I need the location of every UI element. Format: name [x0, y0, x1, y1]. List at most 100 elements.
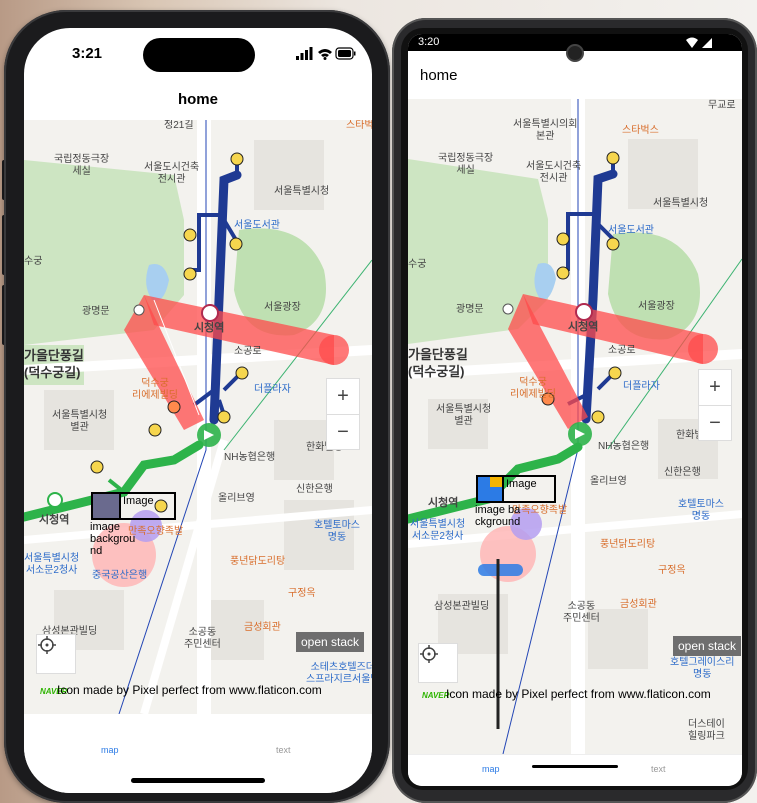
map-label: 시청역: [568, 321, 599, 333]
map-label: 풍년닭도리탕: [230, 556, 286, 567]
image-thumbnail: [93, 494, 121, 518]
image-overlay-box: Image: [476, 475, 556, 503]
map-label: 서울특별시청: [653, 198, 709, 209]
overlay-background-label: image ba ckground: [475, 504, 521, 528]
map-label: 서울특별시청: [274, 186, 330, 197]
overlay-background-label: image backgrou nd: [90, 521, 136, 557]
map-label: 삼성본관빌딩: [434, 601, 490, 612]
map-view[interactable]: 정21길 스타벅스 국립정동극장 세실 서울도시건축 전시관 서울특별시청 서울…: [24, 120, 372, 714]
map-label: 가을단풍길: [408, 347, 468, 362]
map-label: 덕수궁 리에제빌딩: [132, 378, 178, 401]
map-label: 금성회관: [244, 622, 281, 633]
map-label: 소공로: [234, 346, 262, 357]
signal-icon: [296, 47, 356, 60]
locate-button[interactable]: [418, 643, 458, 683]
map-label: 스타벅스: [622, 125, 659, 136]
map-label: 더스테이 힐링파크: [688, 719, 725, 742]
status-time: 3:20: [418, 36, 440, 48]
map-label: 신한은행: [296, 484, 333, 495]
map-label: 서울특별시의회 본관: [513, 119, 578, 142]
zoom-in-button[interactable]: +: [327, 379, 359, 415]
crosshair-icon: [38, 636, 56, 654]
map-label: 더플라자: [254, 384, 291, 395]
tab-map[interactable]: map: [482, 764, 500, 774]
tab-bar: map text: [408, 754, 742, 786]
camera-icon: [566, 44, 584, 62]
map-label: 풍년닭도리탕: [600, 539, 656, 550]
map-view[interactable]: 무교로 서울특별시의회 본관 스타벅스 국립정동극장 세실 서울도시건축 전시관…: [408, 99, 742, 754]
map-label: 광명문: [82, 306, 110, 317]
crosshair-icon: [420, 645, 438, 663]
zoom-out-button[interactable]: −: [327, 415, 359, 450]
map-label: NH농협은행: [598, 441, 650, 452]
map-label: 호텔그레이스리 명동: [670, 657, 735, 680]
page-title: home: [420, 67, 458, 84]
map-label: 스타벅스: [346, 120, 372, 131]
attribution-credit[interactable]: Icon made by Pixel perfect from www.flat…: [446, 687, 711, 701]
map-label: 호텔토마스 명동: [678, 499, 724, 522]
tab-text[interactable]: text: [276, 745, 291, 755]
map-label: 소공로: [608, 345, 636, 356]
map-label: (덕수궁길): [24, 365, 81, 380]
nav-gesture-bar: [532, 765, 618, 768]
map-label: 시청역: [428, 497, 459, 509]
attribution-credit[interactable]: Icon made by Pixel perfect from www.flat…: [57, 683, 322, 697]
open-stack-button[interactable]: open stack: [673, 636, 742, 656]
map-label: 올리브영: [590, 476, 627, 487]
map-label: 서울광장: [638, 301, 675, 312]
overlay-image-label: Image: [123, 495, 154, 507]
map-label: 서울도시건축 전시관: [526, 161, 582, 184]
open-stack-button[interactable]: open stack: [296, 632, 365, 652]
map-label: 국립정동극장 세실: [54, 154, 110, 177]
tab-text[interactable]: text: [651, 764, 666, 774]
map-label: 시청역: [194, 322, 225, 334]
map-label: 시청역: [39, 514, 70, 526]
map-label: 소공동 주민센터: [184, 627, 221, 650]
status-icons: [296, 47, 356, 61]
android-screen: 3:20 home 무교로 서울특별시의회 본관 스타벅스 국립정동극장 세실 …: [408, 34, 742, 786]
map-label: 서울광장: [264, 302, 301, 313]
home-indicator: [131, 778, 265, 783]
map-label: 구정옥: [658, 565, 686, 576]
map-label: 광명문: [456, 304, 484, 315]
status-time: 3:21: [72, 45, 103, 62]
zoom-control: + −: [326, 378, 360, 450]
dynamic-island: [143, 38, 255, 72]
map-label: 수궁: [408, 259, 427, 270]
map-label: 서울특별시청 서소문2청사: [24, 553, 80, 576]
map-label: 금성회관: [620, 599, 657, 610]
map-label: 서울도서관: [608, 225, 654, 236]
map-label: 무교로: [708, 100, 736, 111]
map-label: 덕수궁 리에제빌딩: [510, 377, 556, 400]
zoom-control: + −: [698, 369, 732, 441]
map-label: 국립정동극장 세실: [438, 153, 494, 176]
map-label: 정21길: [164, 120, 194, 131]
map-label: 서울특별시청 별관: [52, 410, 108, 433]
signal-icon: [686, 37, 712, 48]
map-label: 가을단풍길: [24, 348, 84, 363]
zoom-in-button[interactable]: +: [699, 370, 731, 406]
page-title: home: [177, 91, 218, 108]
map-label: 구정옥: [288, 588, 316, 599]
map-label: 서울도서관: [234, 220, 280, 231]
locate-button[interactable]: [36, 634, 76, 674]
map-label: 수궁: [24, 256, 43, 267]
map-label: 서울특별시청 서소문2청사: [410, 519, 466, 542]
map-label: 만족오향족발: [512, 505, 568, 516]
map-label: 호텔토마스 명동: [314, 520, 360, 543]
image-overlay-box: Image: [91, 492, 176, 520]
overlay-image-label: Image: [506, 478, 537, 490]
map-label: 더플라자: [623, 381, 660, 392]
image-thumbnail: [478, 477, 504, 501]
map-label: 신한은행: [664, 467, 701, 478]
map-label: 올리브영: [218, 493, 255, 504]
iphone-screen: 3:21 home 정21길 스타벅 국립정동극장 세실 서울도시건축 전시관 …: [24, 28, 372, 793]
tab-map[interactable]: map: [101, 745, 119, 755]
map-label: 중국공산은행: [92, 570, 148, 581]
map-label: (덕수궁길): [408, 364, 465, 379]
map-label: NH농협은행: [224, 452, 276, 463]
map-label: 서울도시건축 전시관: [144, 162, 200, 185]
zoom-out-button[interactable]: −: [699, 406, 731, 441]
map-label: 소공동 주민센터: [563, 601, 600, 624]
map-label: 서울특별시청 별관: [436, 404, 492, 427]
